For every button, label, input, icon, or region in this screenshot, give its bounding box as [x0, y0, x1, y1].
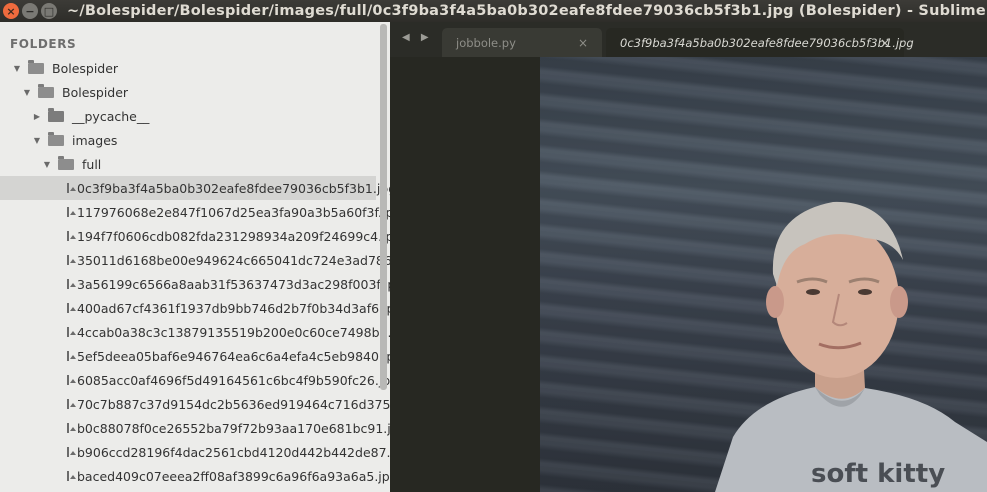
sidebar-scrollbar[interactable] [380, 24, 387, 390]
expanded-arrow-icon[interactable]: ▼ [32, 136, 42, 145]
file-item[interactable]: b0c88078f0ce26552ba79f72b93aa170e681bc91… [0, 416, 390, 440]
window-title: ~/Bolespider/Bolespider/images/full/0c3f… [67, 3, 987, 19]
folder-open-icon [28, 59, 44, 74]
folder-label: images [72, 132, 118, 148]
file-label: 117976068e2e847f1067d25ea3fa90a3b5a60f3f… [77, 204, 390, 220]
portrait-photo: soft kitty [715, 201, 987, 492]
image-file-icon [67, 423, 76, 433]
file-label: 194f7f0606cdb082fda231298934a209f24699c4… [77, 228, 390, 244]
file-item-selected[interactable]: 0c3f9ba3f4a5ba0b302eafe8fdee79036cb5f3b1… [0, 176, 390, 200]
image-file-icon [67, 399, 76, 409]
folder-label: full [82, 156, 102, 172]
file-label: 0c3f9ba3f4a5ba0b302eafe8fdee79036cb5f3b1… [77, 180, 390, 196]
file-label: 70c7b887c37d9154dc2b5636ed919464c716d375… [77, 396, 390, 412]
file-item[interactable]: 400ad67cf4361f1937db9bb746d2b7f0b34d3af6… [0, 296, 390, 320]
image-file-icon [67, 207, 76, 217]
file-item[interactable]: baced409c07eeea2ff08af3899c6a96f6a93a6a5… [0, 464, 390, 488]
image-file-icon [67, 183, 76, 193]
file-label: b906ccd28196f4dac2561cbd4120d442b442de87… [77, 444, 390, 460]
folder-open-icon [38, 83, 54, 98]
sidebar-header: FOLDERS [10, 37, 77, 51]
file-item[interactable]: 117976068e2e847f1067d25ea3fa90a3b5a60f3f… [0, 200, 390, 224]
window-controls: × − □ [3, 3, 57, 19]
file-item[interactable]: 35011d6168be00e949624c665041dc724e3ad786… [0, 248, 390, 272]
tab-bar: ◀ ▶ jobbole.py × 0c3f9ba3f4a5ba0b302eafe… [390, 22, 987, 57]
file-item[interactable]: 3a56199c6566a8aab31f53637473d3ac298f003f… [0, 272, 390, 296]
expanded-arrow-icon[interactable]: ▼ [12, 64, 22, 73]
folder-icon [48, 107, 64, 122]
folder-label: __pycache__ [72, 108, 150, 124]
image-file-icon [67, 375, 76, 385]
maximize-window-button[interactable]: □ [41, 3, 57, 19]
image-file-icon [67, 471, 76, 481]
file-label: 6085acc0af4696f5d49164561c6bc4f9b590fc26… [77, 372, 390, 388]
folder-item-full[interactable]: ▼ full [0, 152, 376, 176]
file-label: 400ad67cf4361f1937db9bb746d2b7f0b34d3af6… [77, 300, 390, 316]
close-tab-icon[interactable]: × [578, 36, 588, 50]
image-file-icon [67, 231, 76, 241]
tab-active-image[interactable]: 0c3f9ba3f4a5ba0b302eafe8fdee79036cb5f3b1… [606, 28, 914, 57]
folder-item-pycache[interactable]: ▶ __pycache__ [0, 104, 376, 128]
file-label: baced409c07eeea2ff08af3899c6a96f6a93a6a5… [77, 468, 390, 484]
image-file-icon [67, 279, 76, 289]
file-label: 4ccab0a38c3c13879135519b200e0c60ce7498bb… [77, 324, 390, 340]
tab-nav-arrows-icon[interactable]: ◀ ▶ [402, 32, 433, 43]
tab-label: 0c3f9ba3f4a5ba0b302eafe8fdee79036cb5f3b1… [620, 35, 914, 50]
folder-tree: ▼ Bolespider ▼ Bolespider ▶ __pycache__ … [0, 56, 390, 488]
image-file-icon [67, 303, 76, 313]
file-label: 5ef5deea05baf6e946764ea6c6a4efa4c5eb9840… [77, 348, 390, 364]
folder-item-bolespider[interactable]: ▼ Bolespider [0, 80, 376, 104]
editor-area: soft kitty [390, 57, 987, 492]
file-label: 3a56199c6566a8aab31f53637473d3ac298f003f… [77, 276, 390, 292]
shirt-text: soft kitty [811, 459, 945, 489]
expanded-arrow-icon[interactable]: ▼ [22, 88, 32, 97]
file-item[interactable]: 5ef5deea05baf6e946764ea6c6a4efa4c5eb9840… [0, 344, 390, 368]
image-file-icon [67, 351, 76, 361]
expanded-arrow-icon[interactable]: ▼ [42, 160, 52, 169]
collapsed-arrow-icon[interactable]: ▶ [32, 112, 42, 121]
image-file-icon [67, 255, 76, 265]
close-tab-icon[interactable]: × [880, 36, 890, 50]
file-label: b0c88078f0ce26552ba79f72b93aa170e681bc91… [77, 420, 390, 436]
minimize-window-button[interactable]: − [22, 3, 38, 19]
title-bar: × − □ ~/Bolespider/Bolespider/images/ful… [0, 0, 987, 22]
file-item[interactable]: 6085acc0af4696f5d49164561c6bc4f9b590fc26… [0, 368, 390, 392]
image-preview: soft kitty [540, 57, 987, 492]
image-file-icon [67, 327, 76, 337]
file-label: 35011d6168be00e949624c665041dc724e3ad786… [77, 252, 390, 268]
tab-label: jobbole.py [456, 35, 516, 50]
file-item[interactable]: 70c7b887c37d9154dc2b5636ed919464c716d375… [0, 392, 390, 416]
file-item[interactable]: b906ccd28196f4dac2561cbd4120d442b442de87… [0, 440, 390, 464]
folder-item-images[interactable]: ▼ images [0, 128, 376, 152]
sidebar: FOLDERS ▼ Bolespider ▼ Bolespider ▶ __py… [0, 22, 390, 492]
folder-open-icon [48, 131, 64, 146]
folder-label: Bolespider [52, 60, 119, 76]
folder-label: Bolespider [62, 84, 129, 100]
tab-jobbole[interactable]: jobbole.py × [442, 28, 602, 57]
folder-item-root[interactable]: ▼ Bolespider [0, 56, 376, 80]
file-item[interactable]: 194f7f0606cdb082fda231298934a209f24699c4… [0, 224, 390, 248]
file-item[interactable]: 4ccab0a38c3c13879135519b200e0c60ce7498bb… [0, 320, 390, 344]
folder-open-icon [58, 155, 74, 170]
image-file-icon [67, 447, 76, 457]
close-window-button[interactable]: × [3, 3, 19, 19]
